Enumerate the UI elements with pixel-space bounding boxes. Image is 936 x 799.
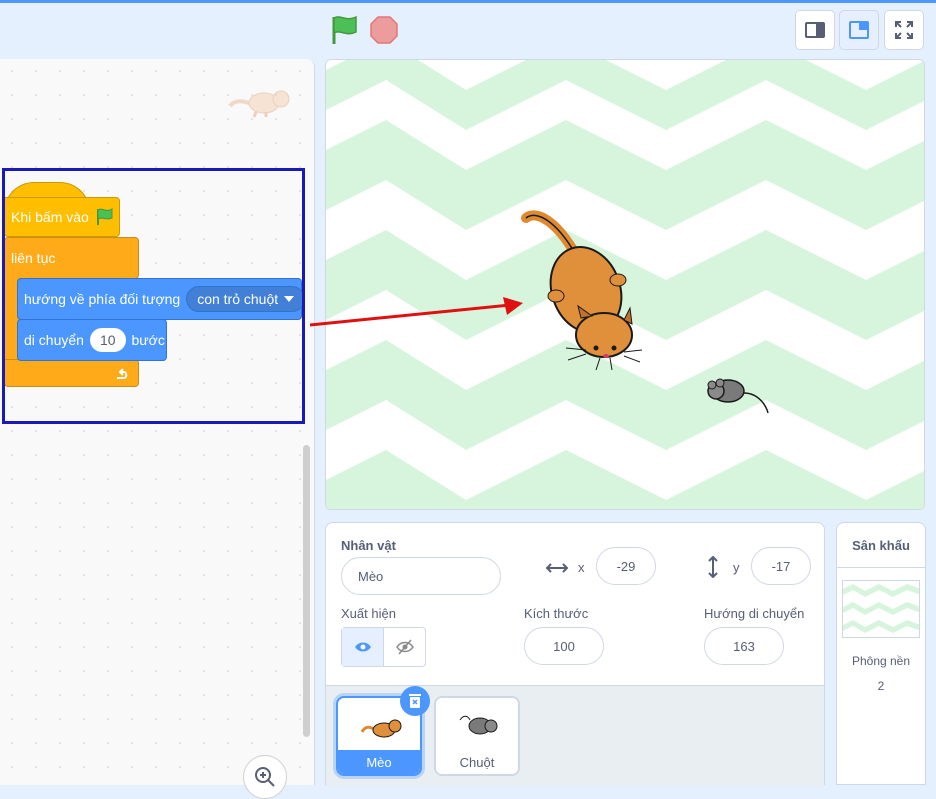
small-stage-icon: [805, 22, 825, 38]
stop-button[interactable]: [370, 16, 398, 44]
sprite-thumb-label: Mèo: [338, 750, 420, 774]
fullscreen-button[interactable]: [884, 10, 924, 50]
sprite-list: Mèo Chuột: [326, 685, 824, 786]
cat-thumbnail: [360, 719, 402, 738]
backdrops-count: 2: [877, 679, 885, 693]
stage-selector-panel[interactable]: Sân khấu Phông nền 2: [836, 522, 926, 785]
sprite-name-label: Nhân vật: [341, 538, 396, 553]
y-label: y: [733, 560, 740, 575]
script-highlight-box: [2, 168, 305, 424]
trash-icon: [409, 694, 421, 708]
sprite-thumb-mouse[interactable]: Chuột: [434, 696, 520, 776]
size-field[interactable]: 100: [524, 627, 604, 665]
size-label: Kích thước: [524, 606, 589, 621]
mouse-thumbnail: [459, 715, 498, 735]
hide-sprite-button[interactable]: [384, 628, 425, 666]
normal-stage-icon: [849, 21, 869, 39]
x-arrows-icon: [546, 563, 568, 573]
eye-icon: [354, 642, 371, 652]
sprite-thumb-label: Chuột: [459, 754, 495, 770]
direction-label: Hướng di chuyển: [704, 606, 805, 621]
normal-stage-button[interactable]: [839, 10, 879, 50]
y-field[interactable]: -17: [751, 547, 811, 585]
green-flag-icon: [332, 15, 357, 44]
direction-field[interactable]: 163: [704, 627, 784, 665]
menu-bar-edge: [0, 0, 936, 3]
delete-sprite-button[interactable]: [400, 686, 430, 716]
show-label: Xuất hiện: [341, 606, 396, 621]
small-stage-button[interactable]: [795, 10, 835, 50]
sprite-info-panel: Nhân vật Mèo x -29 y -17 Xuất hiện Kích …: [325, 522, 825, 786]
stage-panel-title: Sân khấu: [837, 523, 925, 568]
backdrop-thumbnail-image: [843, 584, 919, 633]
current-sprite-watermark: [226, 84, 290, 123]
zoom-in-button[interactable]: [243, 755, 287, 799]
sprite-name-field[interactable]: Mèo: [341, 557, 501, 595]
x-label: x: [578, 560, 585, 575]
sprite-thumb-cat[interactable]: Mèo: [336, 686, 430, 776]
annotation-arrow: [309, 297, 523, 327]
eye-slash-icon: [395, 639, 414, 655]
workspace-scrollbar[interactable]: [303, 445, 310, 737]
green-flag-button[interactable]: [330, 14, 360, 46]
backdrops-label: Phông nền: [851, 654, 911, 668]
x-field[interactable]: -29: [596, 547, 656, 585]
stop-icon: [370, 16, 398, 44]
fullscreen-icon: [895, 21, 913, 39]
show-sprite-button[interactable]: [342, 628, 384, 666]
show-toggle-group: [341, 627, 426, 667]
backdrop-thumbnail[interactable]: [842, 580, 920, 638]
y-arrows-icon: [708, 556, 718, 578]
